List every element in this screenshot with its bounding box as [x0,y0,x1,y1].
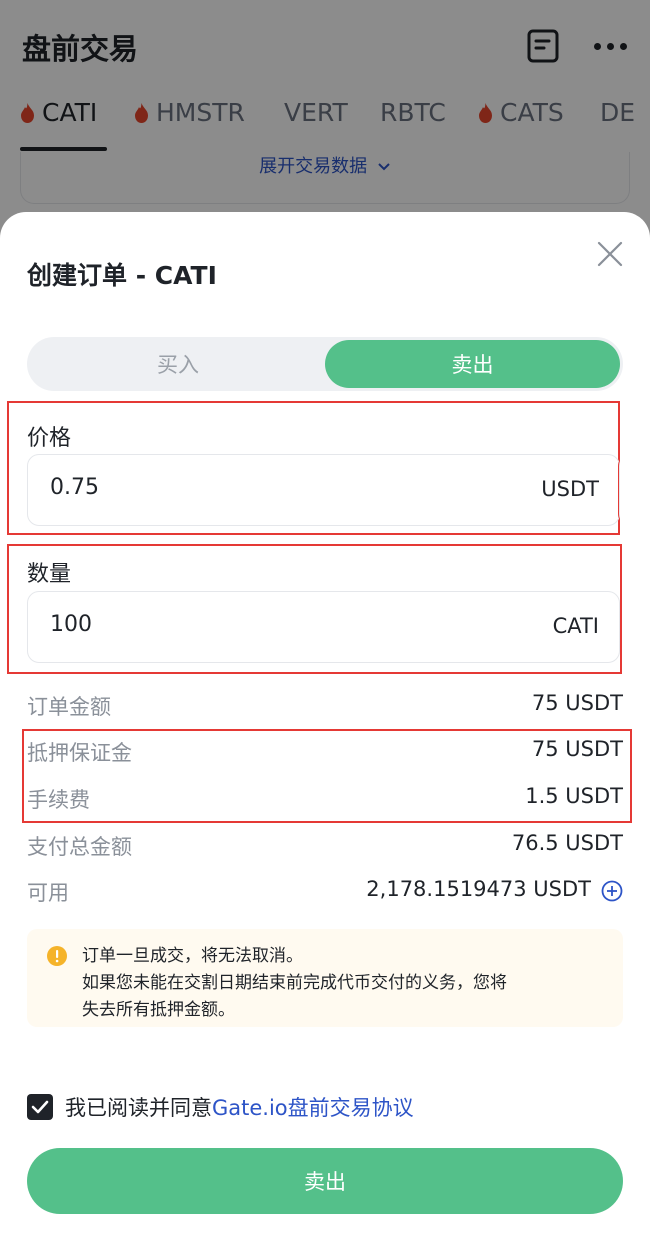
create-order-sheet: 创建订单 - CATI 买入 卖出 价格 0.75 USDT 数量 100 CA… [0,212,650,1259]
row-value: 76.5 USDT [511,831,623,855]
quantity-input[interactable]: 100 CATI [27,591,620,663]
notice-line: 失去所有抵押金额。 [82,1000,235,1020]
agreement-text: 我已阅读并同意 [65,1096,212,1120]
submit-sell-button[interactable]: 卖出 [27,1148,623,1214]
row-label: 订单金额 [27,695,111,719]
row-label: 抵押保证金 [27,741,132,765]
margin-row: 抵押保证金 75 USDT [27,737,623,767]
fee-row: 手续费 1.5 USDT [27,784,623,814]
price-label: 价格 [27,426,72,451]
notice-line: 如果您未能在交割日期结束前完成代币交付的义务，您将 [82,973,507,993]
price-input[interactable]: 0.75 USDT [27,454,620,526]
notice-line: 订单一旦成交，将无法取消。 [82,946,303,966]
row-value: 2,178.1519473 USDT [366,877,591,901]
quantity-unit: CATI [552,614,599,638]
quantity-value: 100 [50,612,92,637]
sheet-title: 创建订单 - CATI [27,261,217,290]
available-row: 可用 2,178.1519473 USDT [27,877,623,907]
price-value: 0.75 [50,475,99,500]
side-selector: 买入 卖出 [27,337,623,391]
close-icon[interactable] [596,240,624,268]
agreement-link[interactable]: Gate.io盘前交易协议 [212,1092,414,1122]
add-funds-icon[interactable] [601,880,623,902]
checkmark-icon [31,1100,49,1114]
agreement-checkbox[interactable] [27,1094,53,1120]
quantity-label: 数量 [27,562,72,587]
row-label: 支付总金额 [27,835,132,859]
row-label: 手续费 [27,788,90,812]
agreement-row: 我已阅读并同意 Gate.io盘前交易协议 [27,1092,414,1122]
row-value: 1.5 USDT [525,784,623,808]
order-amount-row: 订单金额 75 USDT [27,691,623,721]
row-value: 75 USDT [531,737,623,761]
warning-icon [47,946,67,966]
price-unit: USDT [541,477,599,501]
sell-tab[interactable]: 卖出 [325,340,620,388]
row-value: 75 USDT [531,691,623,715]
buy-tab[interactable]: 买入 [30,340,326,388]
warning-notice: 订单一旦成交，将无法取消。 如果您未能在交割日期结束前完成代币交付的义务，您将 … [27,929,623,1027]
total-payment-row: 支付总金额 76.5 USDT [27,831,623,861]
row-label: 可用 [27,881,69,905]
